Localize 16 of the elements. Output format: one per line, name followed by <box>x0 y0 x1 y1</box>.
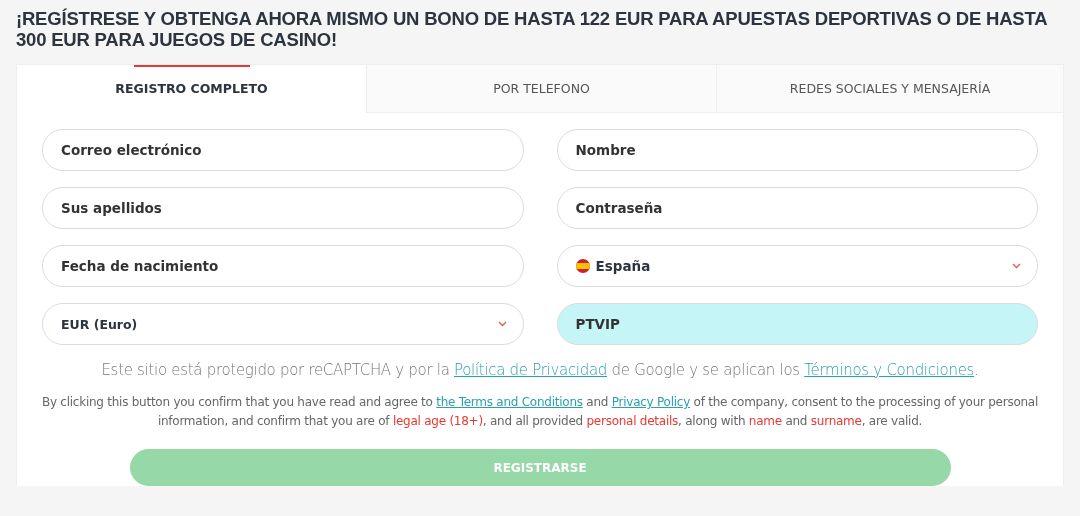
tab[interactable]: REDES SOCIALES Y MENSAJERÍA <box>716 65 1063 113</box>
select-field[interactable]: EUR (Euro) <box>42 303 524 345</box>
flag-icon <box>575 259 590 273</box>
input-field[interactable]: Correo electrónico <box>42 129 524 171</box>
input-field[interactable]: PTVIP <box>556 303 1038 345</box>
consent-notice: By clicking this button you confirm that you have read and agree to the Terms and Conditions and Privacy Policy of the company, consent to the processing of your personal information, and confirm that you are of legal age (18+), and all provided personal details, along with name and surname, are valid. <box>40 394 1040 430</box>
tab[interactable]: POR TELEFONO <box>366 65 716 113</box>
chevron-down-icon <box>1012 263 1021 269</box>
input-field[interactable]: Nombre <box>556 129 1038 171</box>
chevron-down-icon <box>497 321 507 327</box>
input-field[interactable]: Contraseña <box>556 187 1038 229</box>
input-field[interactable]: Sus apellidos <box>42 187 524 229</box>
select-field[interactable]: España <box>556 245 1038 287</box>
input-field[interactable]: Fecha de nacimiento <box>42 245 524 287</box>
promo-heading: ¡REGÍSTRESE Y OBTENGA AHORA MISMO UN BONO DE HASTA 122 EUR PARA APUESTAS DEPORTIVAS O DE HASTA 300 EUR PARA JUEGOS DE CASINO! <box>16 8 1048 50</box>
recaptcha-notice: Este sitio está protegido por reCAPTCHA y por la Política de Privacidad de Google y se aplican los Términos y Condiciones. <box>100 361 980 379</box>
